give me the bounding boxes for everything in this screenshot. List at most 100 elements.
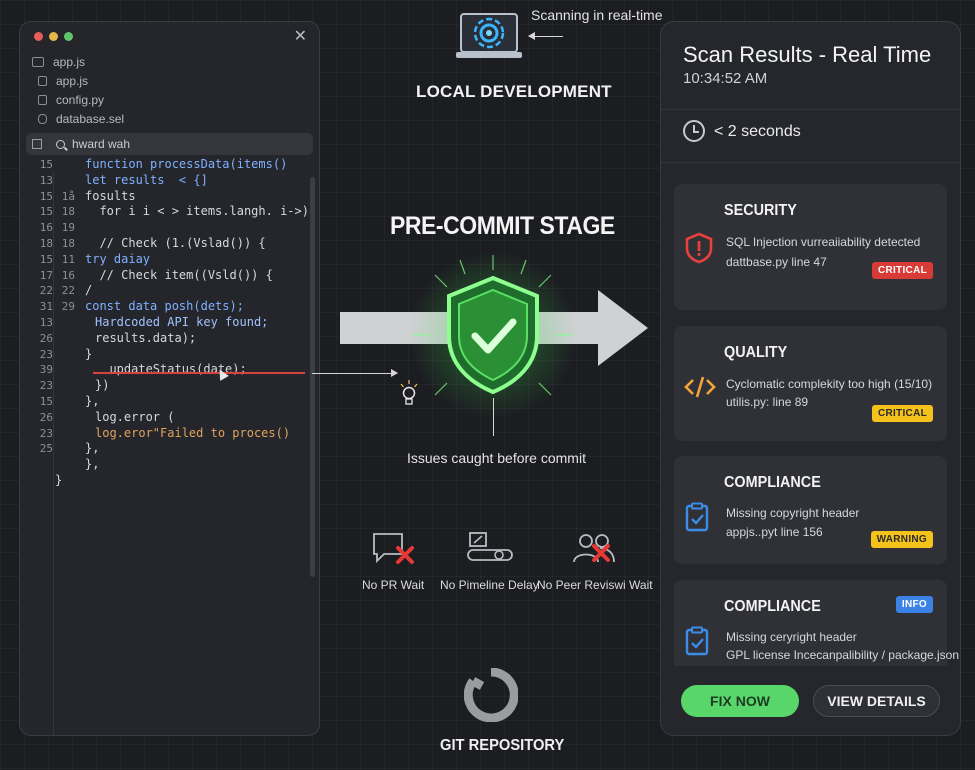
file-icon bbox=[38, 75, 47, 86]
clipboard-check-icon bbox=[685, 626, 709, 656]
divider bbox=[661, 109, 960, 110]
laptop-scan-icon bbox=[456, 13, 522, 58]
issue-description: Missing copyright header bbox=[726, 506, 860, 520]
severity-badge: CRITICAL bbox=[871, 405, 933, 422]
code-line[interactable]: 16 19 bbox=[20, 220, 319, 236]
line-number: 22 bbox=[39, 284, 53, 298]
line-number: 23 bbox=[39, 347, 53, 361]
lightbulb-icon bbox=[400, 380, 418, 405]
error-underline bbox=[93, 372, 305, 374]
code-line[interactable]: }, bbox=[20, 457, 319, 473]
editor-search-bar[interactable]: hward wah bbox=[26, 133, 313, 155]
issue-description: SQL Injection vurreaiiability detected bbox=[726, 235, 921, 249]
local-development-label: LOCAL DEVELOPMENT bbox=[416, 82, 612, 101]
code-line[interactable]: 15 function processData(items() bbox=[20, 157, 319, 173]
editor-titlebar: ✕ bbox=[20, 22, 319, 50]
code-line[interactable]: 23} bbox=[20, 347, 319, 363]
line-number-secondary bbox=[53, 457, 85, 473]
code-line[interactable]: 39 updateStatus(date); bbox=[20, 362, 319, 378]
gutter-divider bbox=[53, 172, 54, 735]
result-card-compliance[interactable]: COMPLIANCE Missing ceryright header GPL … bbox=[674, 580, 959, 666]
line-number: 39 bbox=[39, 363, 53, 377]
code-text: Hardcoded API key found; bbox=[95, 314, 269, 329]
result-card-security[interactable]: SECURITY SQL Injection vurreaiiability d… bbox=[674, 184, 947, 310]
line-number-secondary bbox=[53, 378, 85, 394]
line-number-secondary bbox=[53, 362, 85, 378]
line-number: 25 bbox=[39, 442, 53, 456]
code-line[interactable]: 15 1å fosults bbox=[20, 189, 319, 205]
editor-scrollbar[interactable] bbox=[310, 177, 315, 577]
issue-description: Cyclomatic complekity too high (15/10) bbox=[726, 377, 933, 391]
code-line[interactable]: } bbox=[20, 473, 319, 489]
code-line[interactable]: 17 16 // Check item((Vsld()) { bbox=[20, 268, 319, 284]
close-icon[interactable]: ✕ bbox=[294, 26, 307, 46]
code-line[interactable]: 23}) bbox=[20, 378, 319, 394]
line-number: 26 bbox=[39, 331, 53, 345]
code-line[interactable]: 15}, bbox=[20, 394, 319, 410]
code-text: for i i < > items.langh. i->) bbox=[85, 204, 309, 219]
issues-caught-label: Issues caught before commit bbox=[407, 450, 586, 466]
line-number: 23 bbox=[39, 426, 53, 440]
close-dot-button[interactable] bbox=[34, 32, 43, 41]
code-text: const data posh(dets); bbox=[85, 299, 244, 314]
line-number: 13 bbox=[39, 315, 53, 329]
line-number-secondary bbox=[53, 347, 85, 363]
code-line[interactable]: 15 11 try daiay bbox=[20, 252, 319, 268]
code-line[interactable]: 26 results.data); bbox=[20, 331, 319, 347]
card-title: COMPLIANCE bbox=[724, 474, 821, 491]
maximize-dot-button[interactable] bbox=[64, 32, 73, 41]
minimize-dot-button[interactable] bbox=[49, 32, 58, 41]
fix-now-button[interactable]: FIX NOW bbox=[681, 685, 799, 717]
search-icon bbox=[56, 139, 65, 149]
scan-results-panel: Scan Results - Real Time 10:34:52 AM < 2… bbox=[660, 21, 961, 736]
file-item[interactable]: app.js bbox=[32, 52, 319, 71]
view-details-button[interactable]: VIEW DETAILS bbox=[813, 685, 940, 717]
code-text: }, bbox=[85, 457, 100, 472]
issue-location: dattbase.py line 47 bbox=[726, 255, 827, 269]
severity-badge: WARNING bbox=[870, 531, 933, 548]
file-item[interactable]: app.js bbox=[32, 71, 319, 90]
code-line[interactable]: 23 log.eror"Failed to proces() bbox=[20, 426, 319, 442]
git-repository-label: GIT REPOSITORY bbox=[440, 737, 565, 754]
file-item[interactable]: database.sel bbox=[32, 109, 319, 128]
code-line[interactable]: 13 let results < {] bbox=[20, 173, 319, 189]
divider bbox=[661, 162, 960, 163]
line-number-secondary: 18 bbox=[61, 236, 75, 250]
code-line[interactable]: 13 Hardcoded API key found; bbox=[20, 315, 319, 331]
code-line[interactable]: 18 18 // Check (1.(Vslad()) { bbox=[20, 236, 319, 252]
git-repository-icon bbox=[464, 668, 518, 722]
line-number-secondary: 11 bbox=[61, 252, 75, 266]
code-line[interactable]: 26 log.error ( bbox=[20, 410, 319, 426]
code-text: }) bbox=[95, 378, 110, 393]
line-number-secondary bbox=[53, 331, 85, 347]
line-number: 15 bbox=[39, 252, 53, 266]
severity-badge: CRITICAL bbox=[871, 262, 933, 279]
result-card-compliance[interactable]: COMPLIANCE Missing copyright header appj… bbox=[674, 456, 947, 564]
folder-icon bbox=[32, 56, 44, 67]
result-card-quality[interactable]: QUALITY Cyclomatic complekity too high (… bbox=[674, 326, 947, 441]
scan-timestamp: 10:34:52 AM bbox=[683, 70, 768, 87]
code-text: log.error ( bbox=[95, 409, 175, 424]
issue-description: Missing ceryright header bbox=[726, 630, 857, 644]
file-item[interactable]: config.py bbox=[32, 90, 319, 109]
clipboard-check-icon bbox=[685, 502, 709, 532]
panel-title: Scan Results - Real Time bbox=[683, 42, 932, 67]
right-arrow-icon bbox=[312, 367, 398, 379]
scan-duration: < 2 seconds bbox=[714, 123, 801, 140]
line-number: 26 bbox=[39, 410, 53, 424]
line-number-secondary bbox=[53, 173, 85, 189]
code-line[interactable]: 15 18 for i i < > items.langh. i->) bbox=[20, 204, 319, 220]
connector-line bbox=[493, 398, 495, 436]
code-line[interactable]: 25}, bbox=[20, 441, 319, 457]
search-input[interactable]: hward wah bbox=[72, 137, 130, 151]
code-editor-window: ✕ app.js app.js config.py database.sel h… bbox=[19, 21, 320, 736]
code-line[interactable]: 22 22 / bbox=[20, 283, 319, 299]
code-area[interactable]: 15 function processData(items() 13 let resu… bbox=[20, 157, 319, 489]
grid-icon bbox=[32, 139, 42, 149]
line-number-secondary: 18 bbox=[61, 205, 75, 219]
code-line[interactable]: 31 29 const data posh(dets); bbox=[20, 299, 319, 315]
people-cross-icon bbox=[572, 534, 615, 563]
code-text: } bbox=[85, 346, 93, 361]
line-number-secondary bbox=[53, 426, 85, 442]
line-number bbox=[20, 457, 53, 473]
